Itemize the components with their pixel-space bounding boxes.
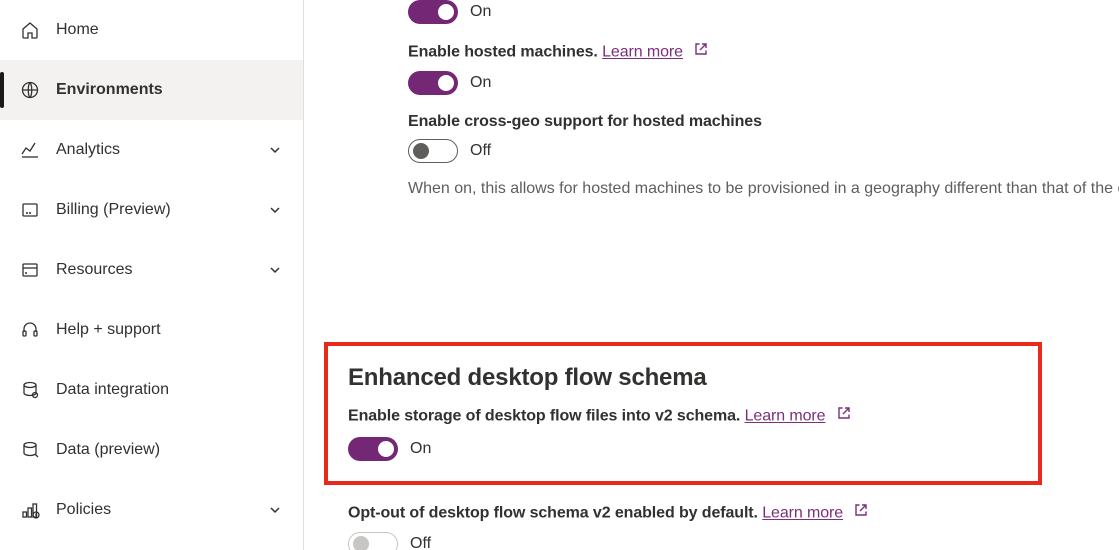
toggle-enable-hosted-machines[interactable] — [408, 71, 458, 95]
sidebar-item-label: Home — [56, 21, 283, 39]
setting-group-v2-schema: Enable storage of desktop flow files int… — [348, 406, 1018, 461]
chevron-down-icon — [267, 142, 283, 158]
setting-label: Opt-out of desktop flow schema v2 enable… — [348, 505, 758, 522]
sidebar-item-label: Resources — [56, 261, 251, 279]
toggle-cross-geo[interactable] — [408, 139, 458, 163]
analytics-icon — [20, 140, 40, 160]
toggle-v2-schema[interactable] — [348, 437, 398, 461]
toggle-opt-out — [348, 532, 398, 550]
chevron-down-icon — [267, 202, 283, 218]
sidebar-item-data-integration[interactable]: Data integration — [0, 360, 303, 420]
section-title: Enhanced desktop flow schema — [348, 364, 1018, 392]
toggle-state: On — [410, 440, 431, 458]
setting-description: When on, this allows for hosted machines… — [408, 180, 1119, 197]
billing-icon — [20, 200, 40, 220]
learn-more-link[interactable]: Learn more — [762, 505, 843, 522]
learn-more-link[interactable]: Learn more — [602, 44, 683, 61]
home-icon — [20, 20, 40, 40]
setting-label: Enable hosted machines. — [408, 44, 598, 61]
highlighted-section: Enhanced desktop flow schema Enable stor… — [324, 342, 1042, 485]
setting-group-opt-out: Opt-out of desktop flow schema v2 enable… — [324, 503, 1119, 550]
sidebar-item-label: Help + support — [56, 321, 283, 339]
toggle-switch-1[interactable] — [408, 0, 458, 24]
sidebar-item-policies[interactable]: Policies — [0, 480, 303, 540]
external-link-icon — [693, 41, 709, 62]
sidebar-item-environments[interactable]: Environments — [0, 60, 303, 120]
policies-icon — [20, 500, 40, 520]
chevron-down-icon — [267, 502, 283, 518]
sidebar-item-help-support[interactable]: Help + support — [0, 300, 303, 360]
toggle-state: Off — [470, 142, 491, 160]
resources-icon — [20, 260, 40, 280]
data-preview-icon — [20, 440, 40, 460]
learn-more-link[interactable]: Learn more — [745, 408, 826, 425]
sidebar-item-label: Environments — [56, 81, 283, 99]
sidebar-item-label: Billing (Preview) — [56, 201, 251, 219]
external-link-icon — [836, 405, 852, 426]
main-content: On Enable hosted machines. Learn more On… — [304, 0, 1119, 550]
globe-icon — [20, 80, 40, 100]
sidebar-item-label: Data (preview) — [56, 441, 283, 459]
sidebar: Home Environments Analytics Billing (Pre… — [0, 0, 304, 550]
sidebar-item-home[interactable]: Home — [0, 0, 303, 60]
sidebar-item-data-preview[interactable]: Data (preview) — [0, 420, 303, 480]
sidebar-item-label: Analytics — [56, 141, 251, 159]
toggle-state: On — [470, 3, 491, 21]
sidebar-item-resources[interactable]: Resources — [0, 240, 303, 300]
sidebar-item-analytics[interactable]: Analytics — [0, 120, 303, 180]
setting-group-toggle-1: On — [408, 0, 1119, 24]
data-integration-icon — [20, 380, 40, 400]
sidebar-item-billing[interactable]: Billing (Preview) — [0, 180, 303, 240]
support-icon — [20, 320, 40, 340]
toggle-state: On — [470, 74, 491, 92]
toggle-state: Off — [410, 535, 431, 550]
chevron-down-icon — [267, 262, 283, 278]
external-link-icon — [853, 502, 869, 523]
sidebar-item-label: Policies — [56, 501, 251, 519]
setting-label: Enable storage of desktop flow files int… — [348, 408, 740, 425]
sidebar-item-label: Data integration — [56, 381, 283, 399]
